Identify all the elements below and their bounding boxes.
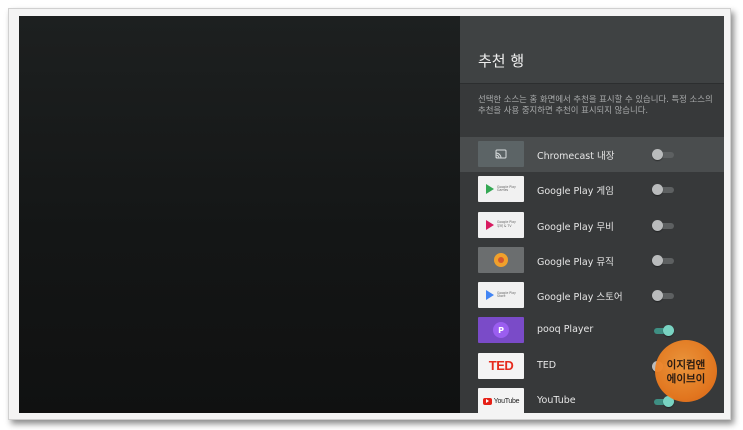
ted-logo-icon: TED xyxy=(478,352,524,379)
tv-screen: 추천 행 선택한 소스는 홈 화면에서 추천을 표시할 수 있습니다. 특정 소… xyxy=(19,16,724,413)
google-play-store-icon: Google Play Store xyxy=(478,282,524,309)
panel-description: 선택한 소스는 홈 화면에서 추천을 표시할 수 있습니다. 특정 소스의 추천… xyxy=(478,94,713,115)
source-label: TED xyxy=(537,359,557,371)
watermark-line-2: 에이브이 xyxy=(666,373,706,385)
panel-header: 추천 행 xyxy=(460,16,724,84)
source-label: Google Play 스토어 xyxy=(537,292,623,304)
source-label: Chromecast 내장 xyxy=(537,151,615,162)
google-play-games-icon: Google Play Games xyxy=(478,176,524,203)
google-play-movies-icon: Google Play 무비 & TV xyxy=(478,211,524,238)
watermark-line-1: 이지컴앤 xyxy=(666,359,706,371)
home-background xyxy=(19,16,460,413)
source-label: pooq Player xyxy=(537,324,594,336)
cast-icon xyxy=(478,141,524,167)
toggle-google-play-movies[interactable] xyxy=(652,219,674,231)
pooq-icon: P xyxy=(478,317,524,344)
source-label: Google Play 게임 xyxy=(537,186,614,198)
youtube-logo-icon: YouTube xyxy=(478,388,524,413)
source-label: Google Play 무비 xyxy=(537,221,614,233)
toggle-pooq-player[interactable] xyxy=(652,325,674,337)
toggle-google-play-games[interactable] xyxy=(652,184,674,196)
source-row-google-play-store[interactable]: Google Play Store Google Play 스토어 xyxy=(460,278,724,313)
source-row-google-play-movies[interactable]: Google Play 무비 & TV Google Play 무비 xyxy=(460,208,724,243)
source-row-google-play-music[interactable]: Google Play 뮤직 xyxy=(460,243,724,278)
watermark-logo: 이지컴앤 에이브이 xyxy=(655,340,717,402)
source-row-google-play-games[interactable]: Google Play Games Google Play 게임 xyxy=(460,172,724,207)
toggle-google-play-music[interactable] xyxy=(652,254,674,266)
toggle-chromecast[interactable] xyxy=(652,149,674,160)
toggle-google-play-store[interactable] xyxy=(652,290,674,302)
google-play-music-icon xyxy=(478,246,524,273)
source-row-chromecast[interactable]: Chromecast 내장 xyxy=(460,137,724,173)
panel-title: 추천 행 xyxy=(478,52,525,70)
source-label: Google Play 뮤직 xyxy=(537,256,614,268)
source-label: YouTube xyxy=(537,395,576,407)
